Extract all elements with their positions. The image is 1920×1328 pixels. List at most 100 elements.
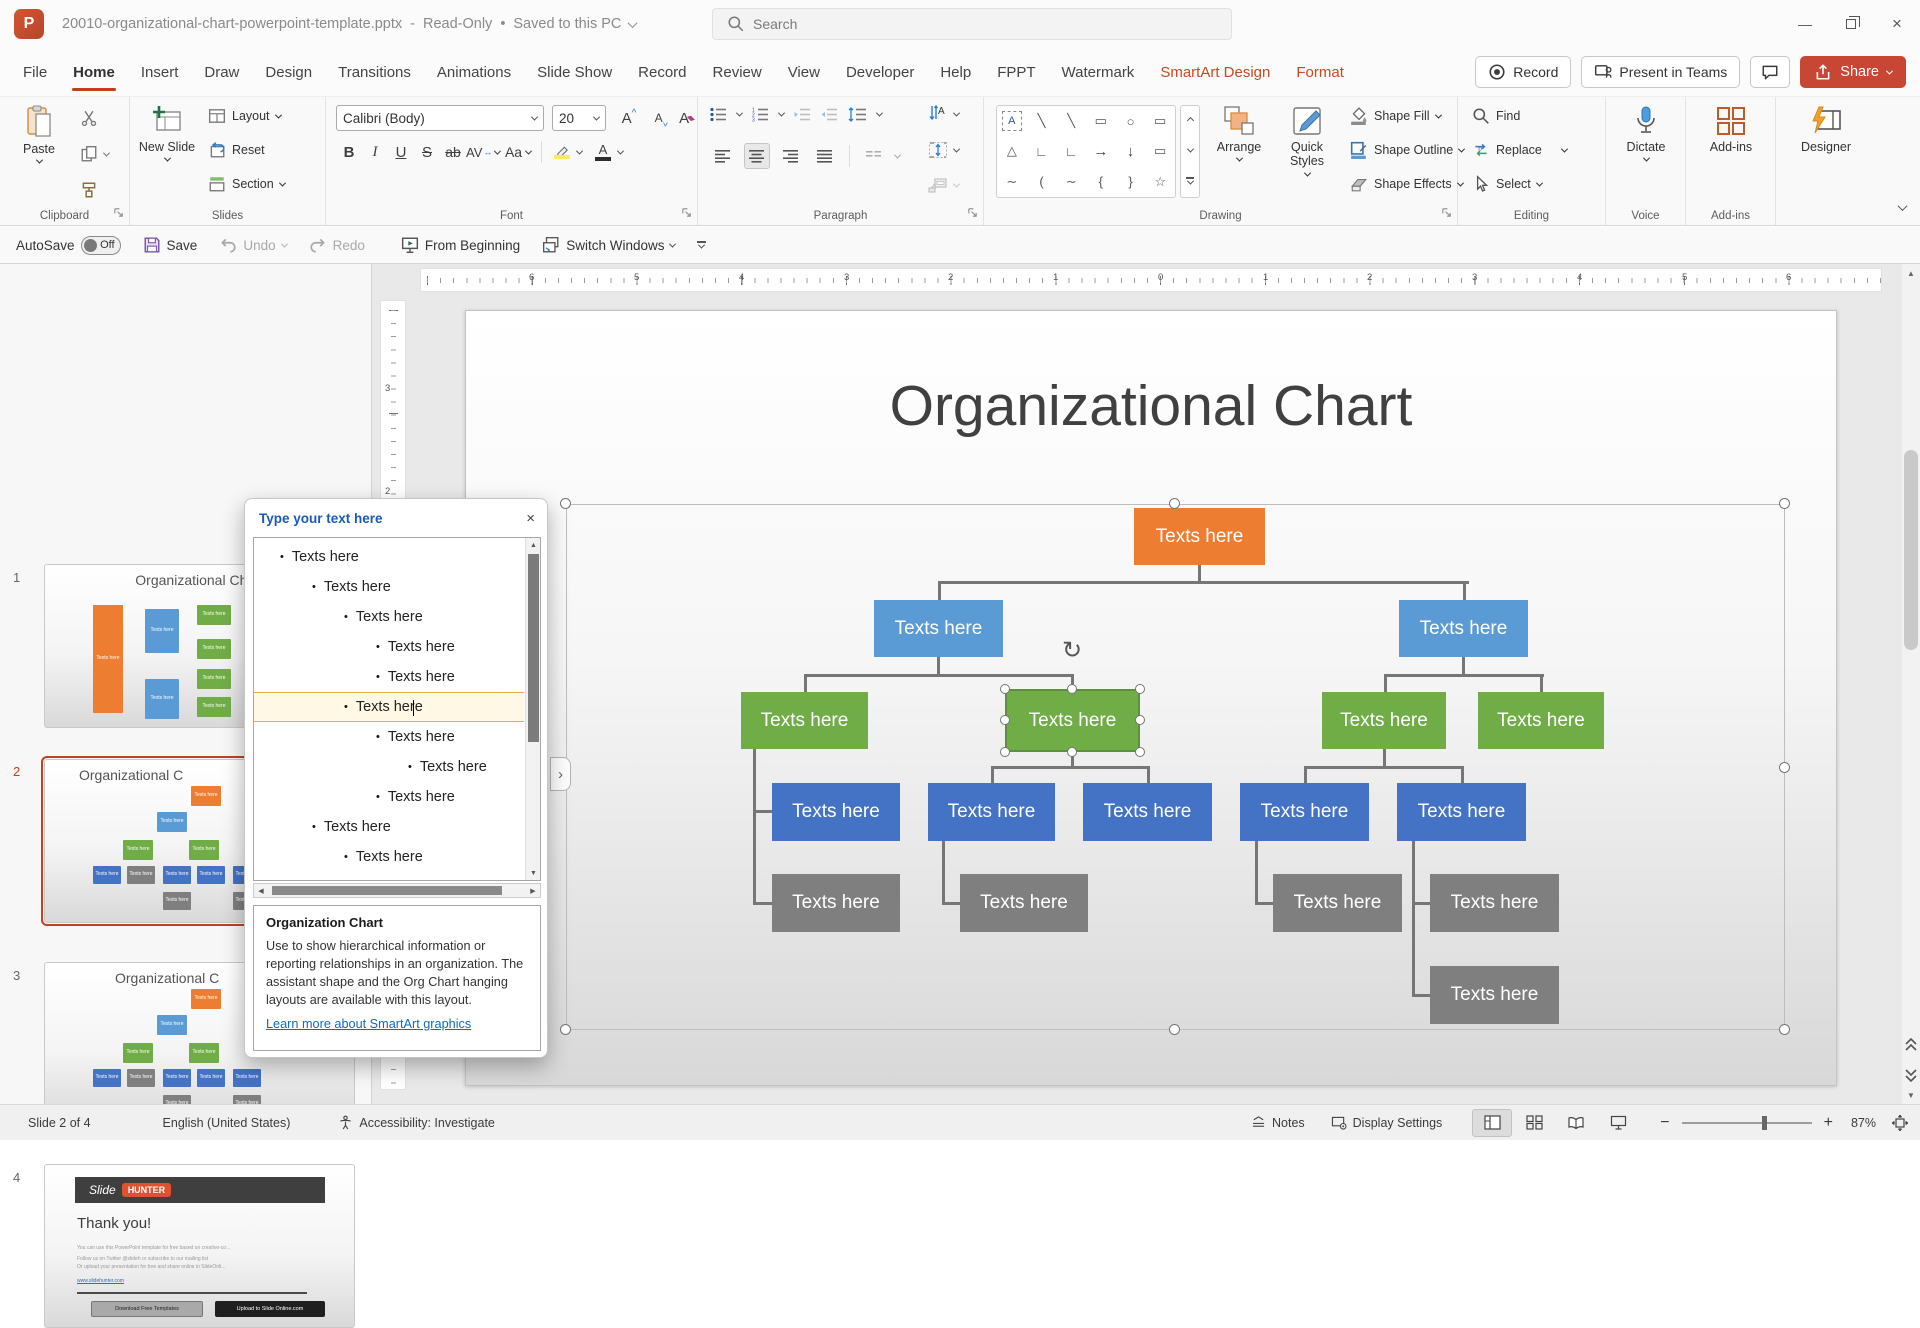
shape-selection-handle[interactable] [1135, 684, 1145, 694]
zoom-in-button[interactable]: + [1824, 1114, 1833, 1132]
toggle-switch[interactable]: Off [81, 236, 121, 255]
share-button[interactable]: Share [1800, 56, 1906, 88]
strikethrough-button[interactable]: S [414, 139, 440, 165]
shape-icon[interactable]: A [1002, 111, 1022, 131]
text-pane-vscrollbar[interactable]: ▲ ▼ [525, 538, 540, 880]
shape-selection-handle[interactable] [1000, 715, 1010, 725]
shape-icon[interactable]: ▭ [1145, 136, 1175, 166]
scroll-down-arrow[interactable]: ▼ [526, 866, 541, 880]
increase-font-size-button[interactable]: A^ [616, 105, 642, 131]
org-node[interactable]: Texts here [772, 874, 900, 932]
font-size-select[interactable]: 20 [552, 105, 606, 131]
scroll-left-arrow[interactable]: ◀ [254, 884, 268, 897]
text-pane-item[interactable]: •Texts here [254, 572, 524, 602]
org-node[interactable]: Texts here [1399, 600, 1528, 657]
record-button[interactable]: Record [1475, 56, 1571, 88]
zoom-slider[interactable] [1682, 1122, 1812, 1124]
tab-review[interactable]: Review [700, 48, 775, 96]
chevron-down-icon[interactable] [628, 18, 638, 28]
text-pane-hscrollbar[interactable]: ◀ ▶ [253, 883, 541, 898]
scrollbar-thumb[interactable] [1904, 450, 1918, 650]
text-pane-item[interactable]: •Texts here [254, 842, 524, 872]
text-pane-item[interactable]: •Texts here [254, 722, 524, 752]
paste-button[interactable]: Paste [10, 105, 68, 164]
save-button[interactable]: Save [143, 236, 198, 254]
org-node[interactable]: Texts here [772, 783, 900, 841]
fit-to-window-button[interactable] [1892, 1115, 1908, 1131]
text-direction-button[interactable]: A [928, 105, 959, 123]
text-pane-item[interactable]: •Texts here [254, 692, 524, 722]
dialog-launcher-icon[interactable] [681, 207, 692, 218]
undo-button[interactable]: Undo [219, 236, 286, 254]
quick-styles-button[interactable]: Quick Styles [1276, 105, 1338, 177]
tab-animations[interactable]: Animations [424, 48, 524, 96]
increase-indent-button[interactable] [821, 107, 838, 122]
powerpoint-app-icon[interactable]: P [14, 9, 44, 39]
text-pane-item[interactable]: •Texts here [254, 752, 524, 782]
tab-design[interactable]: Design [252, 48, 325, 96]
selection-handle[interactable] [1169, 498, 1180, 509]
font-family-select[interactable]: Calibri (Body) [336, 105, 544, 131]
shape-selection-handle[interactable] [1000, 684, 1010, 694]
tab-fppt[interactable]: FPPT [984, 48, 1048, 96]
scroll-down-arrow[interactable]: ▼ [1902, 1086, 1920, 1104]
character-spacing-button[interactable]: AV↔ [466, 139, 500, 165]
rotate-handle[interactable]: ↻ [1062, 639, 1082, 663]
slide-sorter-view-button[interactable] [1514, 1109, 1554, 1137]
org-node[interactable]: Texts here [1430, 966, 1559, 1024]
change-case-button[interactable]: Aa [500, 139, 536, 165]
columns-button[interactable] [861, 143, 887, 169]
layout-button[interactable]: Layout [208, 107, 281, 125]
line-spacing-button[interactable] [848, 107, 867, 122]
close-icon[interactable]: × [526, 510, 535, 527]
org-node[interactable]: Texts here [1240, 783, 1369, 841]
scroll-up-arrow[interactable]: ▲ [1902, 264, 1920, 282]
shape-icon[interactable]: → [1086, 136, 1116, 166]
slideshow-view-button[interactable] [1598, 1109, 1638, 1137]
tab-record[interactable]: Record [625, 48, 699, 96]
underline-button[interactable]: U [388, 139, 414, 165]
decrease-font-size-button[interactable]: A^ [648, 105, 674, 131]
bold-button[interactable]: B [336, 139, 362, 165]
org-node[interactable]: Texts here [741, 692, 868, 749]
text-pane-item[interactable]: •Texts here [254, 542, 524, 572]
tab-help[interactable]: Help [927, 48, 984, 96]
text-highlight-button[interactable] [547, 139, 577, 165]
scroll-up-arrow[interactable]: ▲ [526, 538, 541, 552]
present-in-teams-button[interactable]: Present in Teams [1581, 56, 1740, 88]
shape-selection-handle[interactable] [1000, 747, 1010, 757]
text-pane-item[interactable]: •Texts here [254, 602, 524, 632]
dialog-launcher-icon[interactable] [113, 207, 124, 218]
tab-developer[interactable]: Developer [833, 48, 927, 96]
reset-button[interactable]: Reset [208, 141, 265, 159]
align-center-button[interactable] [744, 143, 770, 169]
save-location-label[interactable]: Saved to this PC [513, 16, 621, 32]
shape-icon[interactable]: ( [1027, 167, 1057, 197]
selection-handle[interactable] [1169, 1024, 1180, 1035]
section-button[interactable]: Section [208, 175, 285, 193]
scrollbar-thumb[interactable] [528, 554, 539, 742]
align-left-button[interactable] [710, 143, 736, 169]
shape-icon[interactable]: ╲ [1056, 106, 1086, 136]
language-indicator[interactable]: English (United States) [163, 1116, 291, 1130]
shape-icon[interactable]: ☆ [1145, 167, 1175, 197]
customize-qat-button[interactable] [697, 241, 706, 248]
shape-fill-button[interactable]: Shape Fill [1350, 107, 1441, 125]
strikethrough-ab-button[interactable]: ab [440, 139, 466, 165]
new-slide-button[interactable]: New Slide [138, 105, 196, 162]
restore-button[interactable] [1828, 0, 1874, 48]
zoom-level[interactable]: 87% [1851, 1116, 1876, 1130]
org-node[interactable]: Texts here [874, 600, 1003, 657]
chevron-down-icon[interactable] [778, 110, 785, 117]
org-node[interactable]: Texts here [1397, 783, 1526, 841]
dialog-launcher-icon[interactable] [1441, 207, 1452, 218]
from-beginning-button[interactable]: From Beginning [401, 236, 520, 254]
tab-draw[interactable]: Draw [191, 48, 252, 96]
minimize-button[interactable]: — [1782, 0, 1828, 48]
org-node[interactable]: Texts here [1273, 874, 1402, 932]
vertical-scrollbar[interactable]: ▲ ▼ [1902, 264, 1920, 1104]
shape-icon[interactable]: ↓ [1116, 136, 1146, 166]
text-pane-item[interactable]: •Texts here [254, 782, 524, 812]
selection-handle[interactable] [1779, 498, 1790, 509]
find-button[interactable]: Find [1472, 107, 1520, 125]
